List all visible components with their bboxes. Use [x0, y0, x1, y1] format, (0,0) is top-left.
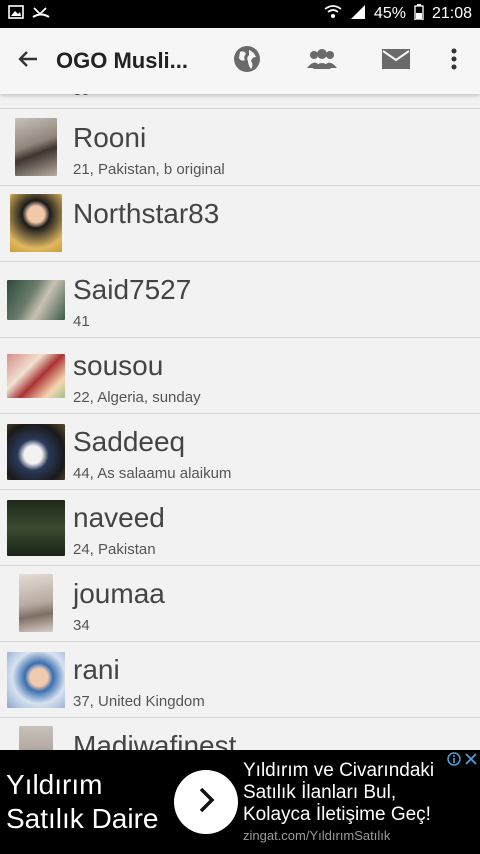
signal-icon — [350, 4, 366, 25]
missed-call-icon — [32, 4, 50, 25]
avatar — [7, 424, 65, 480]
globe-icon — [232, 44, 262, 79]
ad-right-line: Satılık İlanları Bul, — [243, 782, 397, 803]
avatar — [7, 652, 65, 708]
more-vert-icon — [451, 48, 457, 75]
user-details: 22, Algeria, sunday — [73, 389, 201, 406]
user-details: 34 — [73, 617, 90, 634]
ad-left-line: Yıldırım — [6, 769, 103, 800]
user-name: Saddeeq — [73, 426, 186, 457]
ad-right-line: Kolayca İletişime Geç! — [243, 804, 431, 825]
list-item[interactable]: joumaa 34 — [0, 566, 480, 642]
user-name: joumaa — [73, 578, 165, 609]
info-icon[interactable] — [447, 752, 461, 771]
avatar — [19, 726, 53, 750]
user-details: 30 — [73, 94, 90, 99]
avatar — [7, 280, 65, 320]
avatar — [19, 574, 53, 632]
avatar — [10, 194, 62, 252]
user-name: sousou — [73, 350, 164, 381]
user-name: Said7527 — [73, 274, 192, 305]
battery-icon — [414, 3, 424, 25]
avatar — [7, 500, 65, 556]
user-details: 37, United Kingdom — [73, 693, 205, 710]
avatar — [7, 354, 65, 398]
battery-percent: 45% — [373, 5, 406, 22]
user-name: Madiwafinest — [73, 730, 237, 750]
list-item[interactable]: Northstar83 — [0, 186, 480, 262]
user-name: rani — [73, 654, 120, 685]
ad-banner[interactable]: Yıldırım Satılık Daire Yıldırım ve Civar… — [0, 750, 480, 854]
close-icon[interactable] — [464, 752, 478, 771]
list-item[interactable]: sousou 22, Algeria, sunday — [0, 338, 480, 414]
groups-button[interactable] — [300, 28, 344, 94]
gallery-notification-icon — [8, 4, 24, 25]
list-item[interactable]: rani 37, United Kingdom — [0, 642, 480, 718]
user-details: 21, Pakistan, b original — [73, 161, 225, 178]
user-details: 44, As salaamu alaikum — [73, 465, 232, 482]
ad-choices[interactable] — [447, 752, 478, 771]
ad-left-text: Yıldırım Satılık Daire — [6, 768, 159, 836]
globe-button[interactable] — [226, 28, 268, 94]
chevron-right-icon — [194, 785, 218, 820]
list-item[interactable]: Madiwafinest — [0, 718, 480, 750]
avatar — [15, 118, 57, 176]
ad-open-button[interactable] — [174, 770, 238, 834]
list-item[interactable]: naveed 24, Pakistan — [0, 490, 480, 566]
user-details: 41 — [73, 313, 90, 330]
back-arrow-icon — [16, 47, 40, 76]
user-name: Northstar83 — [73, 198, 220, 229]
app-bar: OGO Musli... — [0, 28, 480, 94]
wifi-icon — [324, 4, 342, 25]
user-name: naveed — [73, 502, 165, 533]
ad-left-line: Satılık Daire — [6, 803, 159, 834]
list-item[interactable]: 30 — [0, 94, 480, 109]
user-name: Rooni — [73, 122, 147, 153]
group-icon — [305, 47, 339, 76]
messages-button[interactable] — [376, 28, 416, 94]
list-item[interactable]: Said7527 41 — [0, 262, 480, 338]
ad-right-text: Yıldırım ve Civarındaki Satılık İlanları… — [243, 760, 434, 826]
back-button[interactable] — [0, 28, 56, 94]
list-item[interactable]: Saddeeq 44, As salaamu alaikum — [0, 414, 480, 490]
ad-url: zingat.com/YıldırımSatılık — [243, 828, 391, 843]
user-list[interactable]: 30 Rooni 21, Pakistan, b original Norths… — [0, 94, 480, 750]
ad-right-line: Yıldırım ve Civarındaki — [243, 760, 435, 781]
page-title: OGO Musli... — [56, 48, 189, 73]
status-bar: 45% 21:08 — [0, 0, 480, 28]
user-details: 24, Pakistan — [73, 541, 156, 558]
clock: 21:08 — [431, 5, 472, 22]
overflow-menu-button[interactable] — [440, 28, 468, 94]
list-item[interactable]: Rooni 21, Pakistan, b original — [0, 110, 480, 186]
mail-icon — [382, 48, 410, 74]
